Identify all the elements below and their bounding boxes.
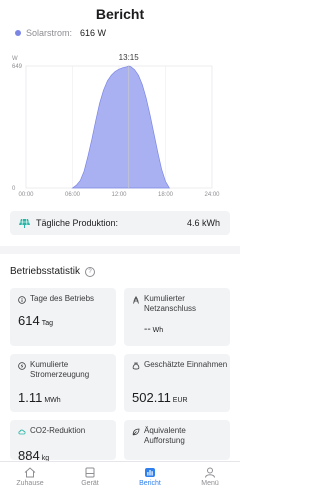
legend-dot xyxy=(15,30,21,36)
stat-card-title: Kumulierter Netzanschluss xyxy=(144,294,197,313)
stat-card-value: 614 Tag xyxy=(18,313,53,328)
page-title: Bericht xyxy=(95,6,145,22)
stat-card-value: -- Wh xyxy=(144,324,164,335)
y-tick-label: 649 xyxy=(12,64,23,70)
energy-icon xyxy=(18,362,26,370)
nav-item-menu[interactable]: Menü xyxy=(180,462,240,492)
chart-legend: Solarstrom: 616 W xyxy=(15,28,106,38)
daily-production-card: Tägliche Produktion: 4.6 kWh xyxy=(10,211,230,235)
x-tick-label: 12:00 xyxy=(111,192,127,198)
nav-label: Gerät xyxy=(81,480,99,487)
y-tick-label: 0 xyxy=(12,186,16,192)
stat-card-title: Geschätzte Einnahmen xyxy=(144,360,228,369)
legend-label: Solarstrom: xyxy=(26,28,73,38)
user-icon xyxy=(205,467,215,478)
report-icon xyxy=(145,468,155,477)
stat-card-title: Tage des Betriebs xyxy=(30,294,95,303)
power-area xyxy=(71,65,171,189)
stat-card-grid-connection: Kumulierter Netzanschluss -- Wh xyxy=(124,288,230,346)
device-icon xyxy=(85,467,95,478)
grid-tower-icon xyxy=(133,296,139,304)
nav-item-report[interactable]: Bericht xyxy=(120,462,180,492)
cursor-time-label: 13:15 xyxy=(119,53,140,62)
help-icon[interactable]: ? xyxy=(85,266,96,277)
stat-card-title: Äquivalente Aufforstung xyxy=(144,426,186,445)
nav-item-home[interactable]: Zuhause xyxy=(0,462,60,492)
co2-icon xyxy=(18,429,26,435)
legend-value: 616 W xyxy=(80,28,107,38)
nav-label: Zuhause xyxy=(16,480,44,487)
stat-card-reforestation: Äquivalente Aufforstung xyxy=(124,420,230,460)
production-label: Tägliche Produktion: xyxy=(36,218,119,228)
stat-card-title: CO2-Reduktion xyxy=(30,426,86,435)
bottom-navigation: Zuhause Gerät Bericht Menü xyxy=(0,461,240,492)
home-icon xyxy=(24,467,36,478)
x-tick-label: 24:00 xyxy=(204,192,220,198)
solar-panel-icon xyxy=(19,218,30,228)
stat-card-earnings: Geschätzte Einnahmen 502.11 EUR xyxy=(124,354,230,412)
stat-card-value: 1.11 MWh xyxy=(18,390,61,405)
stat-card-generation: Kumulierte Stromerzeugung 1.11 MWh xyxy=(10,354,116,412)
stat-card-value: 502.11 EUR xyxy=(132,390,188,405)
nav-label: Menü xyxy=(201,480,219,487)
nav-label: Bericht xyxy=(139,480,161,487)
solar-power-chart[interactable]: 00:00 06:00 12:00 18:00 24:00 649 0 13:15 W xyxy=(0,48,240,203)
stat-card-title: Kumulierte Stromerzeugung xyxy=(30,360,90,379)
nav-item-device[interactable]: Gerät xyxy=(60,462,120,492)
money-bag-icon xyxy=(132,362,140,370)
info-icon xyxy=(18,296,26,304)
x-tick-label: 18:00 xyxy=(158,192,174,198)
stat-card-operating-days: Tage des Betriebs 614 Tag xyxy=(10,288,116,346)
stats-section-title: Betriebsstatistik ? xyxy=(10,266,96,277)
section-divider xyxy=(0,246,240,254)
stats-title: Betriebsstatistik xyxy=(10,266,81,277)
y-unit-label: W xyxy=(12,56,18,62)
production-value: 4.6 kWh xyxy=(186,218,220,228)
x-tick-label: 00:00 xyxy=(18,192,34,198)
stat-card-co2: CO2-Reduktion 884 kg xyxy=(10,420,116,463)
x-tick-label: 06:00 xyxy=(65,192,81,198)
leaf-icon xyxy=(132,428,140,436)
